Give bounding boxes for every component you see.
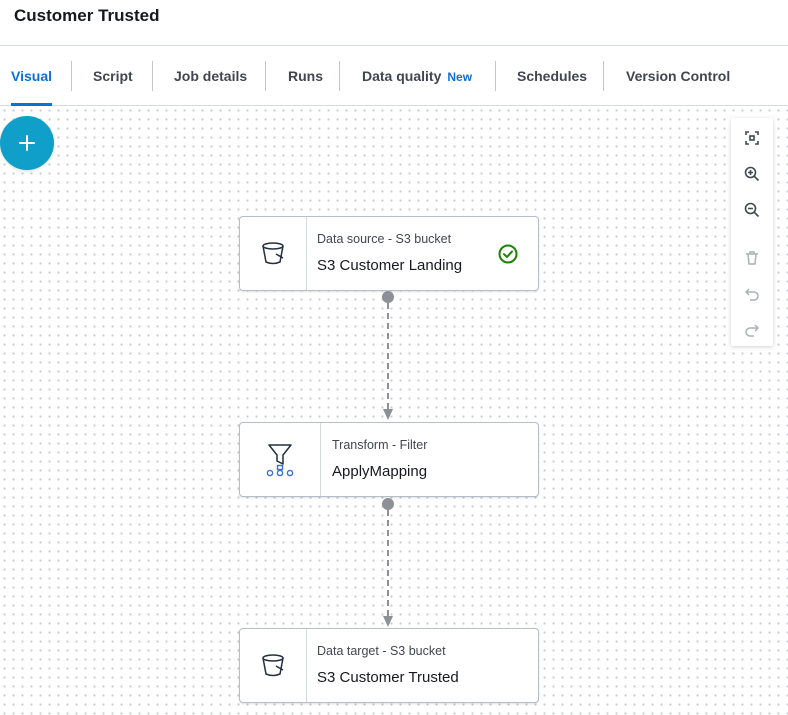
tab-script[interactable]: Script	[93, 46, 133, 105]
trash-icon	[746, 251, 758, 265]
node-type-label: Data target - S3 bucket	[317, 644, 446, 658]
canvas-toolbar	[731, 118, 773, 346]
node-name-label: ApplyMapping	[332, 463, 428, 480]
undo-button[interactable]	[739, 281, 765, 307]
tab-version-control[interactable]: Version Control	[626, 46, 730, 105]
node-data-target[interactable]: Data target - S3 bucket S3 Customer Trus…	[239, 628, 539, 703]
edge-transform-to-target	[382, 498, 394, 627]
node-transform[interactable]: Transform - Filter ApplyMapping	[239, 422, 539, 497]
tab-divider	[495, 61, 496, 91]
tab-divider	[71, 61, 72, 91]
node-icon-box	[240, 423, 321, 496]
filter-icon	[266, 443, 294, 476]
node-name-label: S3 Customer Trusted	[317, 669, 459, 686]
page-title: Customer Trusted	[14, 6, 160, 25]
tab-divider	[265, 61, 266, 91]
zoom-in-button[interactable]	[739, 161, 765, 187]
new-badge: New	[447, 70, 473, 84]
s3-bucket-icon	[262, 653, 284, 676]
tab-visual[interactable]: Visual	[11, 46, 52, 106]
fit-view-button[interactable]	[739, 125, 765, 151]
zoom-out-icon	[744, 202, 760, 218]
tab-schedules[interactable]: Schedules	[517, 46, 587, 105]
tab-divider	[152, 61, 153, 91]
node-icon-box	[240, 217, 307, 290]
redo-icon	[745, 324, 760, 337]
node-data-source[interactable]: Data source - S3 bucket S3 Customer Land…	[239, 216, 539, 291]
plus-icon	[19, 135, 35, 151]
tab-runs[interactable]: Runs	[288, 46, 323, 105]
undo-icon	[744, 288, 759, 301]
tab-divider	[603, 61, 604, 91]
node-type-label: Transform - Filter	[332, 438, 428, 452]
zoom-in-icon	[744, 166, 760, 182]
node-name-label: S3 Customer Landing	[317, 257, 463, 274]
tab-bar: Visual Script Job details Runs Data qual…	[0, 46, 788, 106]
add-node-button[interactable]	[0, 116, 54, 170]
tab-data-quality[interactable]: Data quality New	[362, 46, 472, 105]
zoom-out-button[interactable]	[739, 197, 765, 223]
fit-view-icon	[745, 131, 759, 145]
visual-canvas[interactable]	[0, 106, 788, 715]
node-icon-box	[240, 629, 307, 702]
node-type-label: Data source - S3 bucket	[317, 232, 452, 246]
delete-button[interactable]	[739, 245, 765, 271]
success-check-icon	[498, 244, 518, 264]
edge-source-to-transform	[382, 291, 394, 420]
tab-job-details[interactable]: Job details	[174, 46, 247, 105]
s3-bucket-icon	[262, 241, 284, 264]
tab-data-quality-label: Data quality	[362, 68, 442, 84]
tab-divider	[339, 61, 340, 91]
title-bar: Customer Trusted	[0, 0, 788, 46]
redo-button[interactable]	[739, 317, 765, 343]
